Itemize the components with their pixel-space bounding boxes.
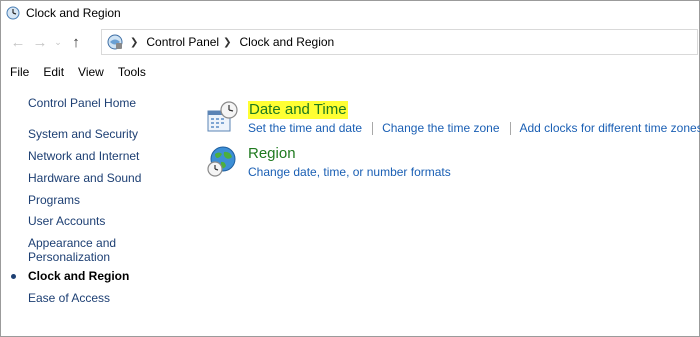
sidebar-item-ease-of-access[interactable]: Ease of Access <box>28 291 110 305</box>
breadcrumb-control-panel[interactable]: Control Panel <box>146 35 219 49</box>
sidebar-item-personalization[interactable]: Personalization <box>28 250 110 264</box>
back-button[interactable]: ← <box>7 31 29 53</box>
breadcrumb-separator-icon: ❯ <box>130 36 139 48</box>
current-item-bullet-icon <box>11 274 16 279</box>
menu-edit[interactable]: Edit <box>43 65 64 79</box>
menu-tools[interactable]: Tools <box>118 65 146 79</box>
sidebar-item-appearance[interactable]: Appearance and <box>28 236 116 250</box>
sidebar-item-network-internet[interactable]: Network and Internet <box>28 149 139 163</box>
link-add-clocks[interactable]: Add clocks for different time zones <box>520 121 700 135</box>
arrow-left-icon: ← <box>10 33 26 51</box>
sidebar-item-system-security[interactable]: System and Security <box>28 127 138 141</box>
calendar-clock-icon <box>207 101 238 132</box>
link-change-time-zone[interactable]: Change the time zone <box>382 121 499 135</box>
menu-file[interactable]: File <box>10 65 29 79</box>
title-bar: Clock and Region <box>1 1 699 25</box>
breadcrumb-separator-icon: ❯ <box>223 36 232 48</box>
arrow-up-icon: ↑ <box>72 33 80 51</box>
link-divider <box>372 121 374 135</box>
arrow-right-icon: → <box>32 33 48 51</box>
globe-clock-icon <box>207 146 236 177</box>
sidebar-item-label: Clock and Region <box>28 269 130 283</box>
sidebar-item-user-accounts[interactable]: User Accounts <box>28 214 105 228</box>
sidebar-item-hardware-sound[interactable]: Hardware and Sound <box>28 171 141 185</box>
link-divider <box>509 121 511 135</box>
recent-locations-button[interactable]: ⌄ <box>51 31 65 53</box>
address-bar[interactable]: ❯ Control Panel ❯ Clock and Region <box>101 29 698 55</box>
window-title: Clock and Region <box>26 6 121 20</box>
forward-button[interactable]: → <box>29 31 51 53</box>
category-title-region[interactable]: Region <box>248 145 296 163</box>
clock-region-icon <box>6 6 20 20</box>
date-time-task-links: Set the time and date Change the time zo… <box>248 121 700 135</box>
link-change-formats[interactable]: Change date, time, or number formats <box>248 165 451 179</box>
sidebar-control-panel-home[interactable]: Control Panel Home <box>28 96 136 110</box>
link-set-time-date[interactable]: Set the time and date <box>248 121 362 135</box>
sidebar-item-clock-region: Clock and Region <box>11 269 130 283</box>
breadcrumb-clock-and-region[interactable]: Clock and Region <box>240 35 335 49</box>
up-button[interactable]: ↑ <box>65 31 87 53</box>
category-title-date-time[interactable]: Date and Time <box>248 101 348 119</box>
sidebar-item-programs[interactable]: Programs <box>28 193 80 207</box>
menu-view[interactable]: View <box>78 65 104 79</box>
chevron-down-icon: ⌄ <box>54 36 62 47</box>
region-task-links: Change date, time, or number formats <box>248 165 451 179</box>
navigation-bar: ← → ⌄ ↑ ❯ Control Panel ❯ Clock and Regi… <box>1 28 699 56</box>
control-panel-icon <box>107 34 123 50</box>
menu-bar: File Edit View Tools <box>1 62 699 82</box>
